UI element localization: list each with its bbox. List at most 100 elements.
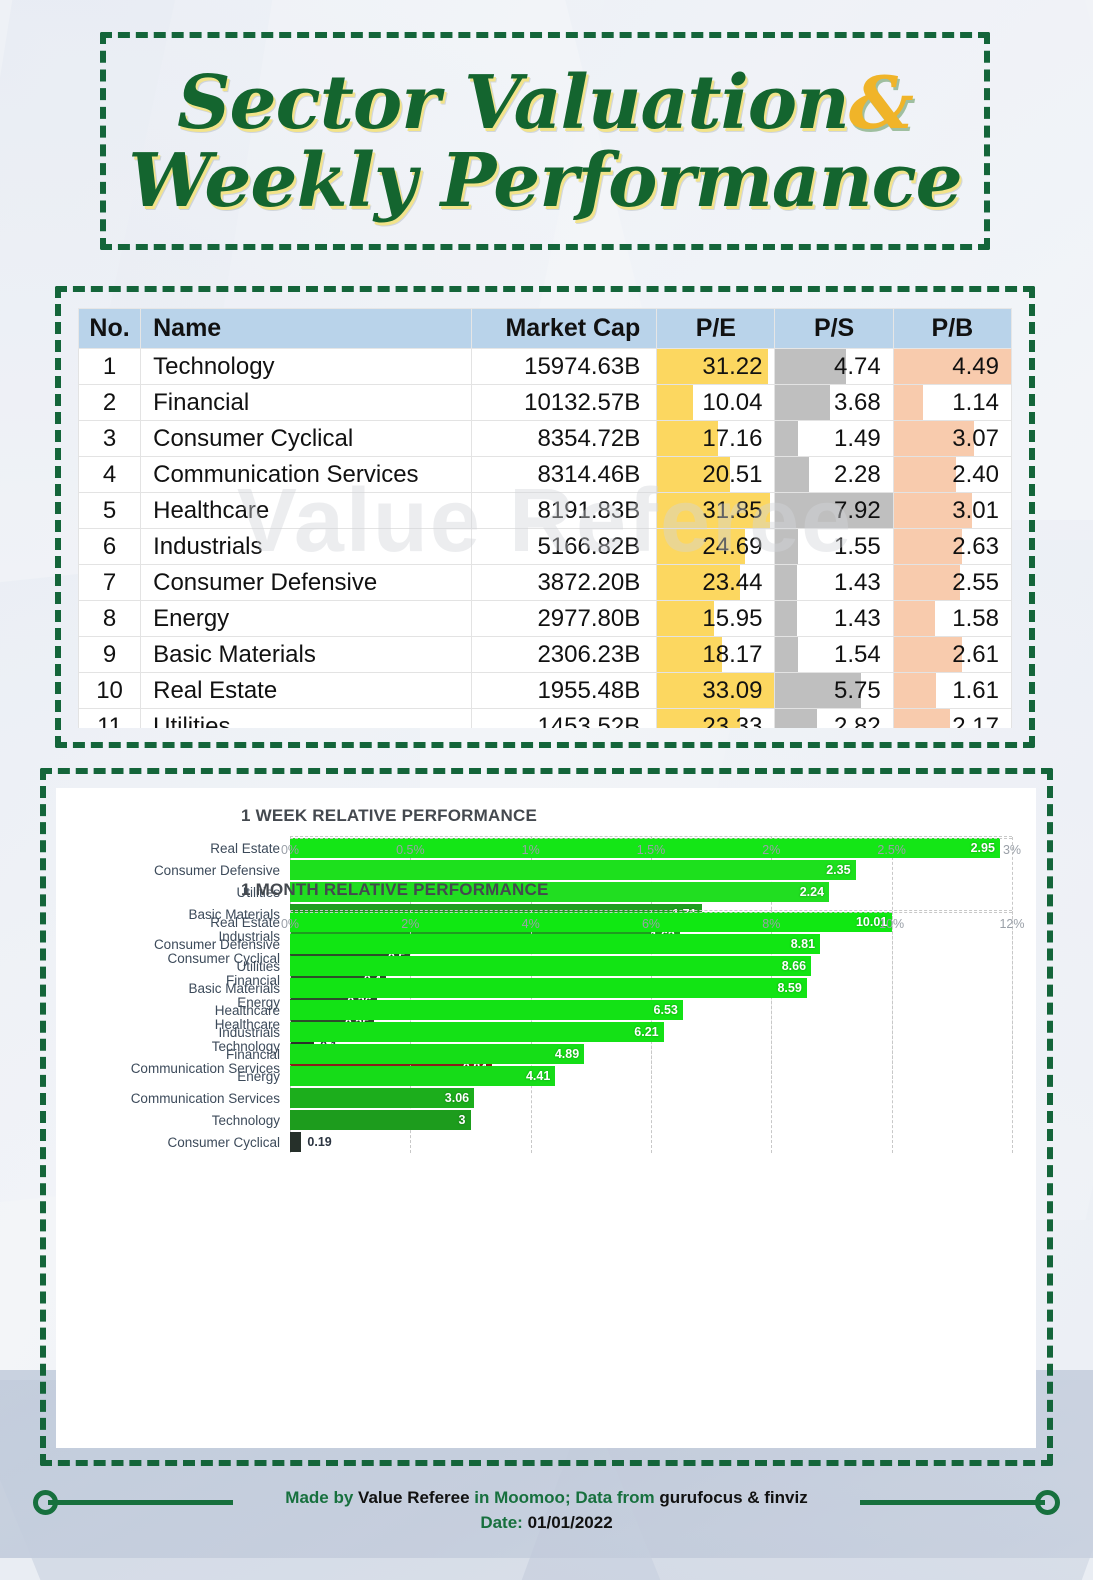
- chart-1-month: 1 MONTH RELATIVE PERFORMANCE Real Estate…: [56, 862, 1036, 1153]
- footer-brand: Value Referee: [358, 1488, 470, 1507]
- data-bar-ps: [775, 421, 798, 456]
- value-pe: 31.22: [702, 352, 763, 380]
- chart-bar: 8.59: [290, 978, 807, 998]
- value-ps: 4.74: [834, 352, 881, 380]
- chart-category-label: Healthcare: [214, 1002, 280, 1018]
- table-row: 7 Consumer Defensive 3872.20B 23.44 1.43 2.55: [78, 564, 1012, 601]
- cell-no: 8: [78, 600, 142, 637]
- chart-axis-tick: 8%: [762, 917, 781, 931]
- data-bar-pb: [893, 565, 961, 600]
- column-header-market-cap: Market Cap: [470, 308, 658, 349]
- chart-axis-tick: 4%: [521, 917, 540, 931]
- cell-pb: 2.55: [892, 564, 1012, 601]
- table-row: 2 Financial 10132.57B 10.04 3.68 1.14: [78, 384, 1012, 421]
- value-pb: 1.14: [952, 388, 999, 416]
- column-header-no: No.: [78, 308, 142, 349]
- cell-pb: 3.07: [892, 420, 1012, 457]
- chart-bar: 6.53: [290, 1000, 683, 1020]
- value-ps: 1.49: [834, 424, 881, 452]
- table-row: 9 Basic Materials 2306.23B 18.17 1.54 2.61: [78, 636, 1012, 673]
- chart-bar-row: Healthcare 6.53: [215, 999, 1012, 1021]
- value-pe: 15.95: [702, 604, 763, 632]
- data-bar-pb: [893, 709, 951, 728]
- chart-title-week: 1 WEEK RELATIVE PERFORMANCE: [241, 806, 537, 825]
- cell-ps: 2.82: [774, 708, 894, 728]
- data-bar-pb: [893, 385, 924, 420]
- cell-pe: 23.44: [656, 564, 776, 601]
- cell-ps: 1.43: [774, 564, 894, 601]
- data-bar-ps: [775, 565, 797, 600]
- cell-no: 5: [78, 492, 142, 529]
- title-ampersand: &: [848, 60, 914, 146]
- value-pb: 2.40: [952, 460, 999, 488]
- table-row: 11 Utilities 1453.52B 23.33 2.82 2.17: [78, 708, 1012, 729]
- value-pe: 31.85: [702, 496, 763, 524]
- value-ps: 1.43: [834, 568, 881, 596]
- chart-bar-track: 3.06: [290, 1088, 1012, 1108]
- data-bar-ps: [775, 601, 797, 636]
- value-pb: 2.63: [952, 532, 999, 560]
- chart-bar: 6.21: [290, 1022, 664, 1042]
- cell-pb: 1.14: [892, 384, 1012, 421]
- chart-value-label: 3.06: [444, 1091, 470, 1105]
- value-pe: 33.09: [702, 676, 763, 704]
- chart-bar: 3.06: [290, 1088, 475, 1108]
- chart-value-label: 0.19: [307, 1135, 332, 1149]
- cell-pe: 17.16: [656, 420, 776, 457]
- chart-bar-row: Industrials 6.21: [218, 1021, 1012, 1043]
- chart-title-month: 1 MONTH RELATIVE PERFORMANCE: [241, 880, 549, 899]
- chart-week-axis: 0% 0.5% 1% 1.5% 2% 2.5% 3%: [281, 838, 1021, 862]
- cell-pb: 1.61: [892, 672, 1012, 709]
- chart-value-label: 8.66: [781, 959, 807, 973]
- cell-pb: 2.61: [892, 636, 1012, 673]
- cell-ps: 5.75: [774, 672, 894, 709]
- value-ps: 1.54: [834, 640, 881, 668]
- value-pe: 23.33: [702, 712, 763, 729]
- cell-market-cap: 8191.83B: [470, 492, 658, 529]
- column-header-pb: P/B: [892, 308, 1012, 349]
- table-row: 3 Consumer Cyclical 8354.72B 17.16 1.49 3.07: [78, 420, 1012, 457]
- cell-no: 1: [78, 348, 142, 385]
- cell-no: 9: [78, 636, 142, 673]
- chart-axis-tick: 3%: [1002, 843, 1022, 857]
- column-header-pe: P/E: [656, 308, 776, 349]
- chart-axis-tick: 1%: [521, 843, 540, 857]
- chart-axis-tick: 2.5%: [877, 843, 906, 857]
- cell-market-cap: 3872.20B: [470, 564, 658, 601]
- chart-axis-tick: 12%: [999, 917, 1025, 931]
- chart-axis-tick: 6%: [641, 917, 661, 931]
- cell-ps: 3.68: [774, 384, 894, 421]
- chart-bar: 8.66: [290, 956, 812, 976]
- chart-bar-track: 6.21: [290, 1022, 1012, 1042]
- cell-pe: 33.09: [656, 672, 776, 709]
- chart-value-label: 8.59: [777, 981, 802, 995]
- cell-name: Healthcare: [140, 492, 472, 529]
- chart-value-label: 4.89: [554, 1047, 580, 1061]
- value-ps: 5.75: [834, 676, 881, 704]
- chart-axis-tick: 0%: [280, 917, 300, 931]
- chart-value-label: 8.81: [790, 937, 816, 951]
- chart-bar: 4.41: [290, 1066, 556, 1086]
- column-header-name: Name: [140, 308, 472, 349]
- cell-market-cap: 1955.48B: [470, 672, 658, 709]
- cell-no: 4: [78, 456, 142, 493]
- cell-market-cap: 1453.52B: [470, 708, 658, 728]
- chart-value-label: 3: [458, 1113, 466, 1127]
- chart-category-label: Consumer Defensive: [153, 936, 280, 952]
- cell-market-cap: 2306.23B: [470, 636, 658, 673]
- title-text-1: Sector Valuation: [177, 60, 850, 147]
- chart-category-label: Real Estate: [210, 914, 280, 930]
- chart-category-label: Technology: [211, 1112, 280, 1128]
- chart-bar-track: 8.59: [290, 978, 1012, 998]
- cell-pb: 3.01: [892, 492, 1012, 529]
- cell-name: Industrials: [140, 528, 472, 565]
- footer: Made by Value Referee in Moomoo; Data fr…: [0, 1478, 1093, 1558]
- title-line-1: Sector Valuation&: [177, 66, 914, 140]
- data-bar-ps: [775, 457, 810, 492]
- footer-made-by: Made by: [285, 1488, 354, 1507]
- chart-month-bars: Real Estate 10.01 Consumer Defensive 8.81 Ut…: [131, 911, 1013, 1153]
- footer-credit-line: Made by Value Referee in Moomoo; Data fr…: [0, 1486, 1093, 1511]
- cell-ps: 1.54: [774, 636, 894, 673]
- data-bar-ps: [775, 529, 799, 564]
- cell-market-cap: 15974.63B: [470, 348, 658, 385]
